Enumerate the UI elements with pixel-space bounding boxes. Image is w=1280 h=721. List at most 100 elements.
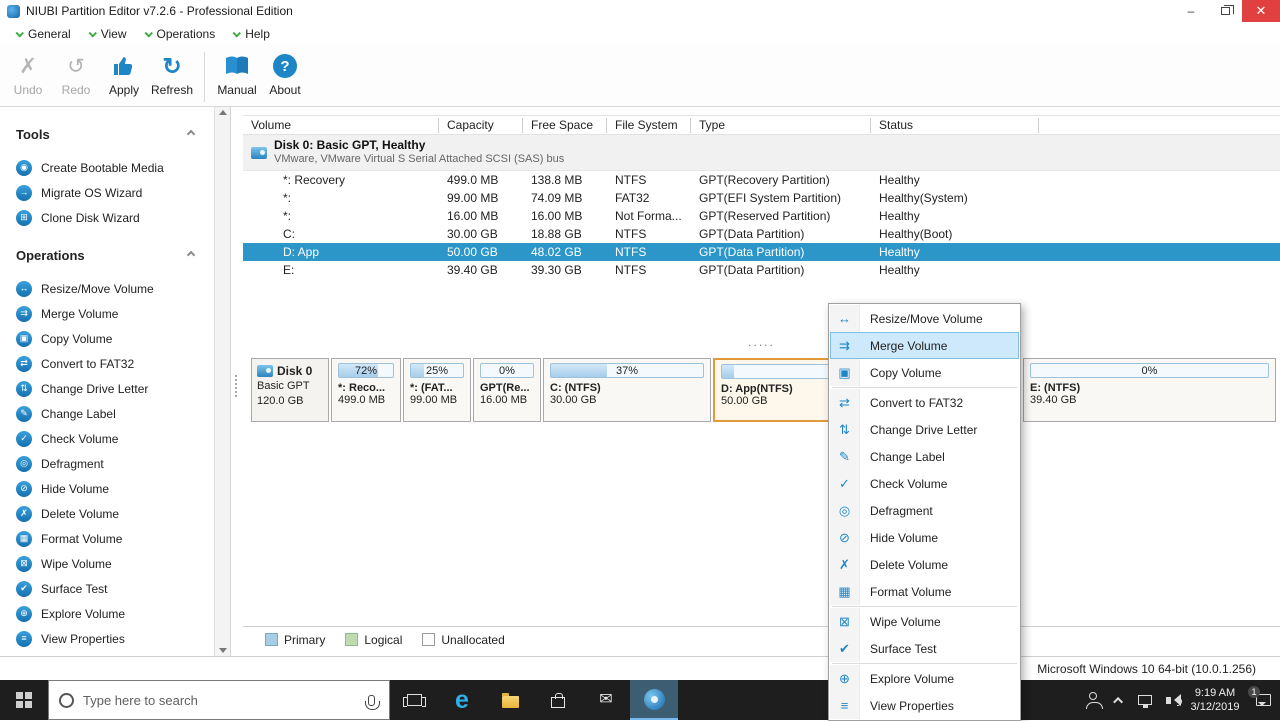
minimize-button[interactable]: –	[1174, 0, 1208, 22]
sidebar-item-clone-disk-wizard[interactable]: ⊞Clone Disk Wizard	[16, 205, 214, 230]
column-header-free-space[interactable]: Free Space	[523, 118, 607, 133]
context-menu-item-defragment[interactable]: ◎Defragment	[830, 497, 1019, 524]
sidebar-item-surface-test[interactable]: ✔Surface Test	[16, 576, 214, 601]
surface-test-icon: ✔	[830, 635, 860, 662]
manual-button[interactable]: Manual	[213, 51, 261, 97]
menu-separator	[832, 387, 1017, 388]
context-menu-item-hide-volume[interactable]: ⊘Hide Volume	[830, 524, 1019, 551]
about-button[interactable]: ? About	[261, 51, 309, 97]
table-row[interactable]: *: Recovery499.0 MB138.8 MBNTFSGPT(Recov…	[243, 171, 1280, 189]
sidebar-item-delete-volume[interactable]: ✗Delete Volume	[16, 501, 214, 526]
taskbar-search[interactable]: Type here to search	[48, 680, 390, 720]
people-button[interactable]	[1080, 680, 1106, 720]
partition-block-gpt-re[interactable]: 0%GPT(Re...16.00 MB	[473, 358, 541, 422]
column-header-type[interactable]: Type	[691, 118, 871, 133]
sidebar-item-wipe-volume[interactable]: ⊠Wipe Volume	[16, 551, 214, 576]
menu-general[interactable]: General	[8, 25, 81, 43]
refresh-button[interactable]: ↻ Refresh	[148, 51, 196, 97]
sidebar-item-defragment[interactable]: ◎Defragment	[16, 451, 214, 476]
cell-capacity: 30.00 GB	[439, 227, 523, 241]
table-row[interactable]: *:16.00 MB16.00 MBNot Forma...GPT(Reserv…	[243, 207, 1280, 225]
sidebar-item-explore-volume[interactable]: ⊕Explore Volume	[16, 601, 214, 626]
partition-label: *: Reco...	[338, 382, 394, 394]
partition-block-c-ntfs[interactable]: 37%C: (NTFS)30.00 GB	[543, 358, 711, 422]
tools-group-header[interactable]: Tools	[16, 123, 214, 145]
context-menu-item-explore-volume[interactable]: ⊕Explore Volume	[830, 665, 1019, 692]
sidebar-item-merge-volume[interactable]: ⇉Merge Volume	[16, 301, 214, 326]
sidebar-item-migrate-os-wizard[interactable]: →Migrate OS Wizard	[16, 180, 214, 205]
cell-free_space: 48.02 GB	[523, 245, 607, 259]
sidebar-item-view-properties[interactable]: ≡View Properties	[16, 626, 214, 651]
niubi-taskbar-button[interactable]	[630, 680, 678, 720]
menu-view[interactable]: View	[81, 25, 137, 43]
table-row[interactable]: E:39.40 GB39.30 GBNTFSGPT(Data Partition…	[243, 261, 1280, 279]
context-menu-item-check-volume[interactable]: ✓Check Volume	[830, 470, 1019, 497]
operations-group-header[interactable]: Operations	[16, 244, 214, 266]
table-row[interactable]: *:99.00 MB74.09 MBFAT32GPT(EFI System Pa…	[243, 189, 1280, 207]
maximize-button[interactable]	[1208, 0, 1242, 22]
table-row[interactable]: D: App50.00 GB48.02 GBNTFSGPT(Data Parti…	[243, 243, 1280, 261]
map-splitter[interactable]: .....	[243, 337, 1280, 351]
sidebar-item-label: Surface Test	[41, 582, 107, 596]
action-center-button[interactable]: 1	[1246, 680, 1280, 720]
context-menu-item-change-drive-letter[interactable]: ⇅Change Drive Letter	[830, 416, 1019, 443]
edge-button[interactable]: e	[438, 680, 486, 720]
clock[interactable]: 9:19 AM 3/12/2019	[1184, 686, 1246, 714]
undo-button[interactable]: ✗ Undo	[4, 51, 52, 97]
usage-bar: 0%	[1030, 363, 1269, 378]
context-menu-item-wipe-volume[interactable]: ⊠Wipe Volume	[830, 608, 1019, 635]
start-button[interactable]	[0, 680, 48, 720]
menu-bar: GeneralViewOperationsHelp	[0, 22, 1280, 45]
column-header-file-system[interactable]: File System	[607, 118, 691, 133]
column-header-capacity[interactable]: Capacity	[439, 118, 523, 133]
context-menu-item-copy-volume[interactable]: ▣Copy Volume	[830, 359, 1019, 386]
scroll-up-icon[interactable]	[219, 110, 227, 115]
table-row[interactable]: C:30.00 GB18.88 GBNTFSGPT(Data Partition…	[243, 225, 1280, 243]
sidebar-item-hide-volume[interactable]: ⊘Hide Volume	[16, 476, 214, 501]
disk-group-header[interactable]: Disk 0: Basic GPT, Healthy VMware, VMwar…	[243, 135, 1280, 171]
context-menu-item-surface-test[interactable]: ✔Surface Test	[830, 635, 1019, 662]
sidebar-item-convert-to-fat32[interactable]: ⇄Convert to FAT32	[16, 351, 214, 376]
context-menu-item-convert-to-fat32[interactable]: ⇄Convert to FAT32	[830, 389, 1019, 416]
context-menu-item-format-volume[interactable]: ▦Format Volume	[830, 578, 1019, 605]
clock-date: 3/12/2019	[1191, 700, 1240, 714]
sidebar-item-format-volume[interactable]: ▦Format Volume	[16, 526, 214, 551]
tray-expand-button[interactable]	[1106, 680, 1132, 720]
partition-block-fat[interactable]: 25%*: (FAT...99.00 MB	[403, 358, 471, 422]
disk-map-disk-info[interactable]: Disk 0 Basic GPT 120.0 GB	[251, 358, 329, 422]
store-button[interactable]	[534, 680, 582, 720]
close-button[interactable]: ✕	[1242, 0, 1280, 22]
sidebar-item-change-label[interactable]: ✎Change Label	[16, 401, 214, 426]
context-menu-item-resize-move-volume[interactable]: ↔Resize/Move Volume	[830, 305, 1019, 332]
cell-volume: C:	[243, 227, 439, 241]
sidebar-item-check-volume[interactable]: ✓Check Volume	[16, 426, 214, 451]
task-view-button[interactable]	[390, 680, 438, 720]
column-header-status[interactable]: Status	[871, 118, 1039, 133]
context-menu-item-delete-volume[interactable]: ✗Delete Volume	[830, 551, 1019, 578]
context-menu-item-merge-volume[interactable]: ⇉Merge Volume	[830, 332, 1019, 359]
toolbar-separator	[204, 52, 205, 102]
microphone-icon[interactable]	[368, 695, 375, 706]
mail-button[interactable]: ✉	[582, 680, 630, 720]
cell-capacity: 39.40 GB	[439, 263, 523, 277]
sidebar-item-change-drive-letter[interactable]: ⇅Change Drive Letter	[16, 376, 214, 401]
sidebar-scrollbar[interactable]	[214, 107, 230, 656]
redo-button[interactable]: ↺ Redo	[52, 51, 100, 97]
file-explorer-button[interactable]	[486, 680, 534, 720]
partition-block-reco[interactable]: 72%*: Reco...499.0 MB	[331, 358, 401, 422]
partition-block-e-ntfs[interactable]: 0%E: (NTFS)39.40 GB	[1023, 358, 1276, 422]
context-menu-item-change-label[interactable]: ✎Change Label	[830, 443, 1019, 470]
scroll-down-icon[interactable]	[219, 648, 227, 653]
volume-button[interactable]	[1158, 680, 1184, 720]
menu-help[interactable]: Help	[225, 25, 280, 43]
context-menu-item-view-properties[interactable]: ≡View Properties	[830, 692, 1019, 719]
column-header-volume[interactable]: Volume	[243, 118, 439, 133]
network-button[interactable]	[1132, 680, 1158, 720]
disk-size: 120.0 GB	[257, 394, 323, 409]
panel-splitter[interactable]	[231, 107, 243, 656]
sidebar-item-resize-move-volume[interactable]: ↔Resize/Move Volume	[16, 276, 214, 301]
apply-button[interactable]: Apply	[100, 51, 148, 97]
sidebar-item-copy-volume[interactable]: ▣Copy Volume	[16, 326, 214, 351]
menu-operations[interactable]: Operations	[137, 25, 226, 43]
sidebar-item-create-bootable-media[interactable]: ◉Create Bootable Media	[16, 155, 214, 180]
